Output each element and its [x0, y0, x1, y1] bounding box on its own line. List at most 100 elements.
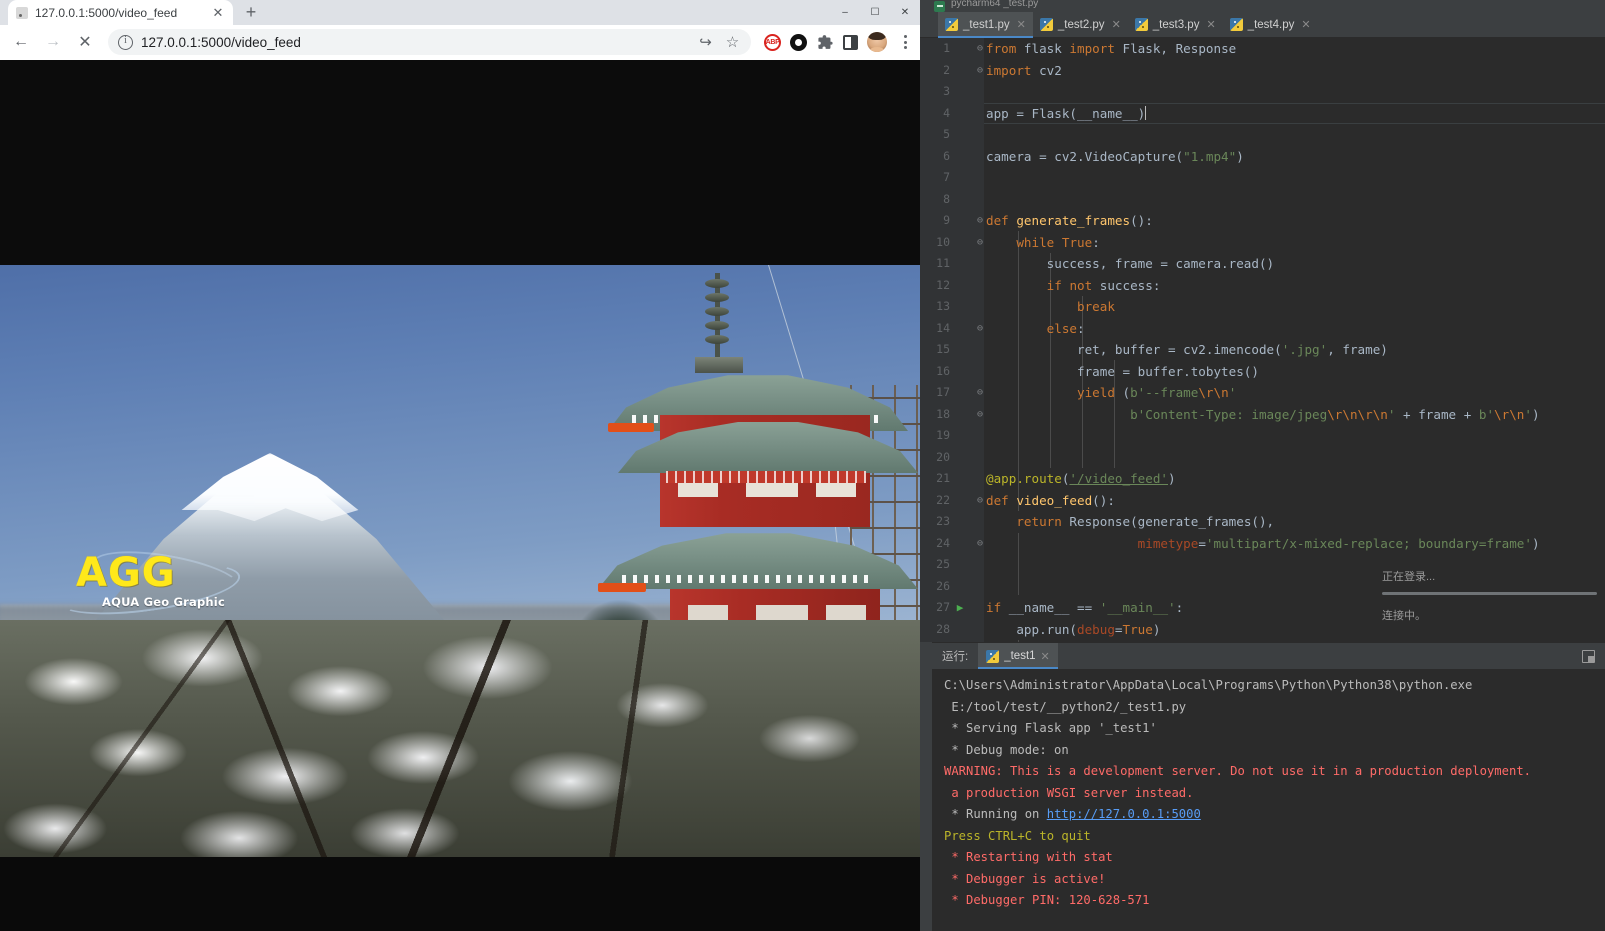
line-number: 23 [936, 514, 950, 528]
code-line[interactable]: 13 break [920, 296, 1605, 318]
line-number: 11 [936, 256, 950, 270]
back-icon[interactable]: ← [6, 27, 36, 57]
fold-icon[interactable]: ⊖ [974, 382, 986, 404]
code-line[interactable]: 16 frame = buffer.tobytes() [920, 361, 1605, 383]
run-configuration-tab[interactable]: _test1 ✕ [978, 643, 1058, 669]
file-tab-test2[interactable]: _test2.py ✕ [1033, 12, 1128, 37]
close-file-tab-icon[interactable]: ✕ [1206, 18, 1215, 31]
code-text: @app.route('/video_feed') [986, 471, 1176, 486]
close-file-tab-icon[interactable]: ✕ [1017, 18, 1026, 31]
extensions-area: ABP [759, 32, 914, 52]
file-tab-test4[interactable]: _test4.py ✕ [1223, 12, 1318, 37]
fold-icon[interactable]: ⊖ [974, 232, 986, 254]
code-line[interactable]: 17 ⊖ yield (b'--frame\r\n' [920, 382, 1605, 404]
file-tab-test3[interactable]: _test3.py ✕ [1128, 12, 1223, 37]
new-tab-button[interactable]: + [237, 0, 265, 25]
ide-window-title: pycharm64 _test.py [951, 0, 1039, 9]
forward-icon[interactable]: → [38, 27, 68, 57]
line-number: 2 [943, 62, 950, 77]
restore-layout-icon[interactable] [1582, 649, 1595, 663]
code-line[interactable]: 3 [920, 81, 1605, 103]
code-line[interactable]: 4 app = Flask(__name__) [920, 102, 1605, 125]
python-file-icon [1134, 18, 1148, 31]
code-line[interactable]: 2 ⊖ import cv2 [920, 60, 1605, 82]
code-line[interactable]: 20 [920, 447, 1605, 469]
site-info-icon[interactable] [118, 34, 133, 50]
code-line[interactable]: 15 ret, buffer = cv2.imencode('.jpg', fr… [920, 339, 1605, 361]
code-line[interactable]: 18 ⊖ b'Content-Type: image/jpeg\r\n\r\n' … [920, 404, 1605, 426]
pycharm-app-icon [934, 0, 945, 12]
bookmark-star-icon[interactable]: ☆ [724, 34, 741, 51]
fold-icon[interactable]: ⊖ [974, 38, 986, 60]
extensions-puzzle-icon[interactable] [816, 33, 834, 51]
agg-logo-subtitle: AQUA Geo Graphic [102, 595, 225, 609]
code-line[interactable]: 12 if not success: [920, 275, 1605, 297]
console-line: a production WSGI server instead. [944, 785, 1194, 800]
python-file-icon [1039, 18, 1053, 31]
line-number: 16 [936, 363, 950, 378]
run-tab-label: _test1 [1004, 650, 1036, 662]
code-line[interactable]: 10 ⊖ while True: [920, 232, 1605, 254]
code-line[interactable]: 9 ⊖ def generate_frames(): [920, 210, 1605, 232]
minimize-button[interactable]: – [830, 0, 860, 25]
side-panel-icon[interactable] [843, 34, 858, 50]
code-line[interactable]: 19 [920, 425, 1605, 447]
code-line[interactable]: 1 ⊖ from flask import Flask, Response [920, 38, 1605, 60]
console-line: Press CTRL+C to quit [944, 828, 1091, 843]
code-line[interactable]: 6 camera = cv2.VideoCapture("1.mp4") [920, 146, 1605, 168]
close-file-tab-icon[interactable]: ✕ [1301, 18, 1310, 31]
code-line[interactable]: 21 @app.route('/video_feed') [920, 468, 1605, 490]
login-notification: 正在登录... 连接中。 [1382, 568, 1597, 623]
run-console-output[interactable]: C:\Users\Administrator\AppData\Local\Pro… [932, 669, 1605, 931]
line-number: 25 [936, 557, 950, 571]
line-number: 6 [943, 148, 950, 163]
profile-avatar[interactable] [867, 32, 887, 52]
editor-code-lines[interactable]: 1 ⊖ from flask import Flask, Response 2 ⊖ imp… [920, 38, 1605, 642]
video-frame-image: AGG AQUA Geo Graphic [0, 265, 920, 857]
browser-tab[interactable]: 127.0.0.1:5000/video_feed ✕ [8, 0, 233, 25]
code-line[interactable]: 22 ⊖ def video_feed(): [920, 490, 1605, 512]
close-tab-icon[interactable]: ✕ [211, 6, 225, 20]
code-line[interactable]: 8 [920, 189, 1605, 211]
opera-extension-icon[interactable] [790, 33, 807, 51]
fold-icon[interactable]: ⊖ [974, 210, 986, 232]
close-run-tab-icon[interactable]: ✕ [1041, 650, 1050, 663]
fold-icon[interactable]: ⊖ [974, 60, 986, 82]
file-tab-test1[interactable]: _test1.py ✕ [938, 12, 1033, 38]
address-bar[interactable]: 127.0.0.1:5000/video_feed ↪ ☆ [108, 29, 751, 55]
fold-icon[interactable]: ⊖ [974, 404, 986, 426]
code-line[interactable]: 5 [920, 124, 1605, 146]
fold-icon[interactable]: ⊖ [974, 318, 986, 340]
roof-dots-2 [622, 575, 872, 583]
letterbox-top [0, 60, 920, 265]
code-editor[interactable]: 1 ⊖ from flask import Flask, Response 2 ⊖ imp… [920, 38, 1605, 642]
share-icon[interactable]: ↪ [697, 34, 714, 51]
agg-watermark-logo: AGG AQUA Geo Graphic [53, 542, 252, 624]
run-gutter-icon[interactable]: ▶ [954, 597, 966, 619]
browser-toolbar: ← → ✕ 127.0.0.1:5000/video_feed ↪ ☆ ABP [0, 25, 920, 60]
browser-menu-icon[interactable] [896, 32, 914, 52]
code-line[interactable]: 14 ⊖ else: [920, 318, 1605, 340]
python-run-icon [986, 649, 1000, 663]
code-text: mimetype='multipart/x-mixed-replace; bou… [1137, 535, 1540, 551]
close-window-button[interactable]: ✕ [890, 0, 920, 25]
adblock-plus-icon[interactable]: ABP [764, 33, 781, 51]
maximize-button[interactable]: ☐ [860, 0, 890, 25]
cherry-blossoms [0, 620, 920, 857]
fold-icon[interactable]: ⊖ [974, 533, 986, 555]
code-line[interactable]: 7 [920, 167, 1605, 189]
code-line[interactable]: 11 success, frame = camera.read() [920, 253, 1605, 275]
code-text: else: [1046, 320, 1085, 336]
code-line[interactable]: 24 ⊖ mimetype='multipart/x-mixed-replace;… [920, 533, 1605, 555]
close-file-tab-icon[interactable]: ✕ [1112, 18, 1121, 31]
console-line: * Debugger PIN: 120-628-571 [944, 893, 1150, 907]
stop-loading-icon[interactable]: ✕ [70, 27, 100, 57]
code-line[interactable]: 23 return Response(generate_frames(), [920, 511, 1605, 533]
code-text: from flask import Flask, Response [986, 41, 1237, 56]
console-url-link[interactable]: http://127.0.0.1:5000 [1047, 807, 1201, 821]
fold-icon[interactable]: ⊖ [974, 490, 986, 512]
browser-tab-strip: 127.0.0.1:5000/video_feed ✕ + – ☐ ✕ [0, 0, 920, 25]
tree-branches [0, 620, 920, 857]
